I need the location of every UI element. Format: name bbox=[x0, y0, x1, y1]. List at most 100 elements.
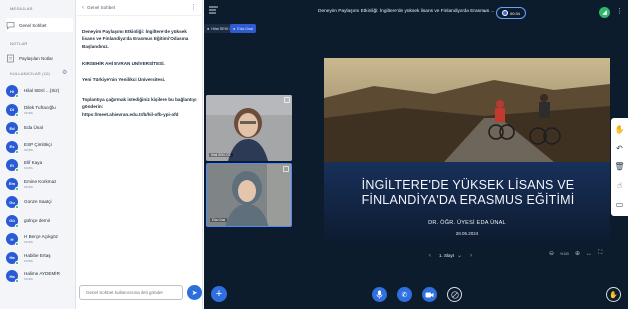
avatar-initials: Hi bbox=[10, 88, 14, 94]
avatar-initials: Ha bbox=[9, 255, 15, 260]
microphone-button[interactable] bbox=[372, 287, 387, 302]
user-text: gülnçe demir bbox=[24, 218, 50, 224]
user-text: H Berçe Açıkgöz MOBIL bbox=[24, 234, 58, 244]
fit-width-icon[interactable]: ↔ bbox=[586, 251, 592, 257]
user-list-item[interactable]: Es ESP Çimlökçi MOBIL bbox=[6, 138, 74, 156]
more-options-icon[interactable]: ⋮ bbox=[190, 3, 197, 11]
invite-link[interactable]: https://meet.ahievran.edu.tr/b/hil-ofb-y… bbox=[82, 111, 200, 118]
main-area: Deneyim Paylaşımı Etkinliği: İngiltere'd… bbox=[204, 0, 628, 309]
user-text: Emine Korkmaz MOBIL bbox=[24, 179, 56, 189]
chevron-down-icon[interactable]: ⌄ bbox=[482, 7, 487, 14]
avatar-initials: Ed bbox=[9, 125, 15, 131]
chevron-left-icon[interactable]: ‹ bbox=[82, 5, 84, 11]
user-text: Elif Kaya MOBIL bbox=[24, 160, 42, 170]
user-device: MOBIL bbox=[24, 184, 34, 189]
user-text: Eda Ünal bbox=[24, 125, 43, 131]
chat-input[interactable] bbox=[86, 290, 182, 295]
online-status-icon bbox=[15, 242, 19, 246]
welcome-university: KIRSEHİR AHİ EVRAN UNİVERSİTESİ. bbox=[82, 61, 165, 66]
avatar-initials: Ha bbox=[9, 273, 15, 279]
chevron-down-icon[interactable]: ⌄ bbox=[457, 252, 462, 259]
hand-icon[interactable]: ✋ bbox=[614, 124, 625, 135]
send-icon: ➤ bbox=[191, 289, 198, 297]
user-list-item[interactable]: Ed Eda Ünal bbox=[6, 119, 74, 137]
undo-icon[interactable]: ↶ bbox=[614, 143, 625, 154]
chat-input-box[interactable] bbox=[79, 285, 183, 300]
fullscreen-icon[interactable]: ⛶ bbox=[598, 250, 602, 257]
notes-section-title: NOTLAR bbox=[10, 41, 28, 46]
avatar: H bbox=[6, 233, 19, 246]
whiteboard-icon[interactable]: ▭ bbox=[614, 199, 625, 210]
slide-author: DR. ÖĞR. ÜYESİ EDA ÜNAL bbox=[428, 220, 506, 226]
video-tile-host[interactable]: Hilal SEKİ ÖZ bbox=[206, 95, 292, 161]
messages-section-title: MESAJLAR bbox=[10, 6, 33, 11]
user-list-item[interactable]: Hi Hilal SEKİ ...(Siz) bbox=[6, 82, 74, 100]
presentation-slide: İNGİLTERE'DE YÜKSEK LİSANS VE FİNLANDİYA… bbox=[324, 58, 610, 246]
presenter-tag: ● Eda Ünal bbox=[230, 24, 256, 33]
raise-hand-button[interactable]: ✋ bbox=[606, 287, 621, 302]
pointer-icon[interactable]: ☝ bbox=[614, 180, 625, 191]
expand-icon[interactable] bbox=[284, 97, 290, 103]
user-device: MOBIL bbox=[24, 240, 34, 244]
online-status-icon bbox=[15, 186, 19, 191]
avatar-initials: Gu bbox=[9, 199, 15, 205]
screen-share-button[interactable] bbox=[447, 287, 462, 302]
recording-time: 00:34 bbox=[509, 10, 520, 16]
annotation-toolbar: ✋ ↶ 🗑 ☝ ▭ bbox=[611, 118, 628, 216]
audio-button[interactable]: ✆ bbox=[397, 287, 412, 302]
user-list-item[interactable]: Gü gülnçe demir bbox=[6, 212, 74, 230]
chevron-left-icon[interactable]: ‹ bbox=[429, 253, 431, 259]
welcome-slogan: Yeni Türkiye'nin Yenilikci Üniversitesi. bbox=[82, 77, 166, 82]
sidebar-item-label: Genel Sohbet bbox=[19, 22, 47, 28]
online-status-icon bbox=[15, 131, 19, 135]
slide-counter[interactable]: 1. Slayt bbox=[439, 253, 454, 258]
sidebar-item-public-chat[interactable]: Genel Sohbet bbox=[6, 18, 73, 32]
online-status-icon bbox=[15, 205, 19, 209]
meeting-title: Deneyim Paylaşımı Etkinliği: İngiltere'd… bbox=[318, 9, 495, 14]
avatar-initials: Gü bbox=[9, 218, 15, 223]
user-text: ESP Çimlökçi MOBIL bbox=[24, 142, 52, 152]
user-list-item[interactable]: Ha Habibe Ertaş MOBIL bbox=[6, 249, 74, 267]
user-list-item[interactable]: H H Berçe Açıkgöz MOBIL bbox=[6, 230, 74, 248]
gear-icon[interactable]: ⚙ bbox=[62, 70, 68, 76]
user-name: Habibe Ertaş bbox=[24, 252, 51, 258]
record-icon bbox=[501, 10, 508, 16]
video-tile-presenter[interactable]: Eda Ünal bbox=[206, 163, 292, 227]
slide-navigation: ‹ 1. Slayt ⌄ › ⊖ %100 ⊕ ↔ ⛶ bbox=[429, 250, 602, 261]
user-list-item[interactable]: Di Dilek Tufracığlu MOBIL bbox=[6, 101, 74, 119]
expand-icon[interactable] bbox=[283, 166, 289, 172]
chat-title: Genel Sohbet bbox=[87, 5, 116, 10]
user-list-item[interactable]: Ha Halime AYDEMİR MOBIL bbox=[6, 267, 74, 285]
sidebar-item-shared-notes[interactable]: Paylaşılan Notlar bbox=[6, 51, 73, 65]
user-list-item[interactable]: El Elif Kaya MOBIL bbox=[6, 156, 74, 174]
recording-button[interactable]: 00:34 bbox=[496, 7, 526, 19]
user-name: Halime AYDEMİR bbox=[24, 271, 60, 276]
user-list-item[interactable]: Em Emine Korkmaz MOBIL bbox=[6, 175, 74, 193]
online-status-icon bbox=[15, 279, 19, 283]
actions-button[interactable]: + bbox=[211, 286, 227, 302]
user-device: MOBIL bbox=[24, 277, 34, 281]
sidebar-item-label: Paylaşılan Notlar bbox=[19, 55, 54, 61]
zoom-controls: ⊖ %100 ⊕ ↔ ⛶ bbox=[549, 250, 602, 257]
avatar: Es bbox=[6, 140, 19, 154]
camera-button[interactable] bbox=[422, 287, 437, 302]
trash-icon[interactable]: 🗑 bbox=[614, 161, 625, 172]
avatar: Em bbox=[6, 177, 19, 191]
slide-date: 28.05.2024 bbox=[455, 231, 479, 236]
user-list-item[interactable]: Gu Gonze Saatçi bbox=[6, 193, 74, 211]
send-button[interactable]: ➤ bbox=[187, 285, 202, 300]
avatar: Di bbox=[6, 103, 19, 117]
hamburger-icon[interactable] bbox=[208, 6, 218, 14]
user-name: Emine Korkmaz bbox=[24, 178, 57, 184]
zoom-in-icon[interactable]: ⊕ bbox=[575, 250, 580, 257]
connection-status-icon[interactable]: ◢ bbox=[599, 7, 610, 18]
avatar-initials: H bbox=[10, 236, 14, 242]
chevron-right-icon[interactable]: › bbox=[470, 253, 472, 259]
welcome-message: Deneyim Paylaşımı Etkinliği: İngiltere'd… bbox=[82, 29, 189, 49]
zoom-out-icon[interactable]: ⊖ bbox=[549, 250, 554, 257]
chat-panel: ‹ Genel Sohbet ⋮ Deneyim Paylaşımı Etkin… bbox=[77, 0, 203, 309]
more-options-icon[interactable]: ⋮ bbox=[616, 7, 623, 15]
user-name: H Berçe Açıkgöz bbox=[24, 234, 58, 239]
video-tile-label: Hilal SEKİ ÖZ bbox=[209, 153, 233, 157]
user-text: Halime AYDEMİR MOBIL bbox=[24, 271, 60, 281]
